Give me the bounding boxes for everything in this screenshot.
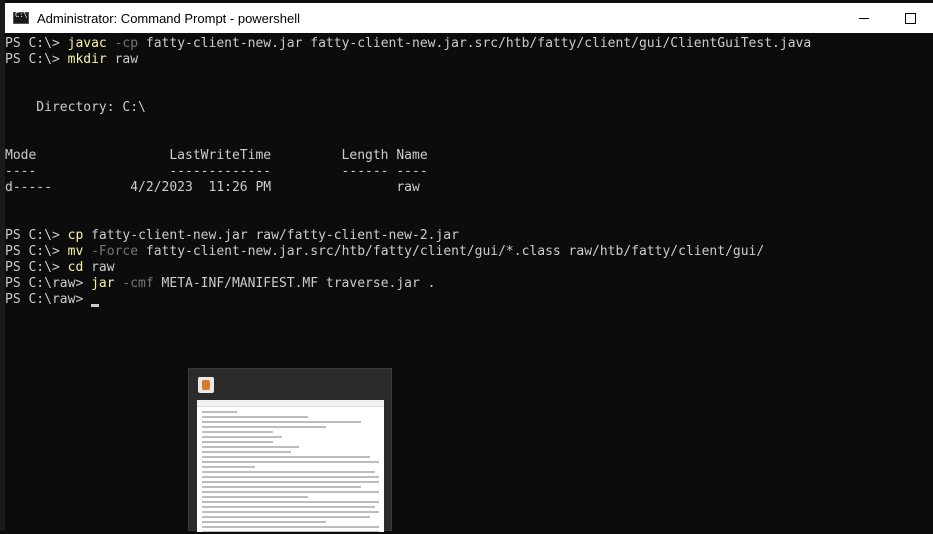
- thumbnail-text-row: [202, 456, 371, 458]
- console-line: PS C:\raw>: [5, 292, 933, 308]
- console-line: PS C:\> mv -Force fatty-client-new.jar.s…: [5, 244, 933, 260]
- console-line: PS C:\> cp fatty-client-new.jar raw/fatt…: [5, 228, 933, 244]
- thumbnail-content: [197, 407, 384, 532]
- thumbnail-text-row: [202, 411, 238, 413]
- command-name: mkdir: [67, 52, 107, 67]
- thumbnail-text-row: [202, 431, 273, 433]
- console-line: d----- 4/2/2023 11:26 PM raw: [5, 180, 933, 196]
- prompt-text: PS C:\>: [5, 52, 68, 67]
- thumbnail-text-row: [202, 501, 379, 503]
- command-argument: raw: [83, 260, 115, 275]
- prompt-text: PS C:\raw>: [5, 276, 92, 291]
- minimize-icon: [859, 17, 869, 19]
- console-line: ---- ------------- ------ ----: [5, 164, 933, 180]
- thumbnail-text-row: [202, 476, 379, 478]
- command-parameter: -Force: [83, 244, 139, 259]
- prompt-text: PS C:\>: [5, 260, 68, 275]
- thumbnail-text-row: [202, 486, 362, 488]
- output-text: d----- 4/2/2023 11:26 PM raw: [5, 180, 420, 195]
- window-title: Administrator: Command Prompt - powershe…: [37, 10, 300, 26]
- thumbnail-text-row: [202, 496, 309, 498]
- command-argument: fatty-client-new.jar raw/fatty-client-ne…: [83, 228, 459, 243]
- maximize-icon: [904, 12, 916, 24]
- maximize-button[interactable]: [887, 3, 933, 33]
- thumbnail-text-row: [202, 436, 282, 438]
- thumbnail-text-row: [202, 516, 371, 518]
- thumbnail-text-row: [202, 466, 256, 468]
- java-icon: [198, 377, 214, 393]
- thumbnail-text-row: [202, 526, 379, 528]
- thumbnail-text-row: [202, 511, 379, 513]
- prompt-text: PS C:\>: [5, 36, 68, 51]
- console-line: PS C:\> mkdir raw: [5, 52, 933, 68]
- command-argument: fatty-client-new.jar fatty-client-new.ja…: [138, 36, 812, 51]
- console-line: Directory: C:\: [5, 100, 933, 116]
- thumbnail-text-row: [202, 506, 376, 508]
- console-line: Mode LastWriteTime Length Name: [5, 148, 933, 164]
- command-prompt-icon: [13, 11, 29, 24]
- thumbnail-text-row: [202, 481, 379, 483]
- thumbnail-menu-bar: [197, 400, 384, 407]
- taskbar-thumbnail-preview[interactable]: [188, 368, 392, 532]
- thumbnail-text-row: [202, 441, 273, 443]
- command-parameter: -cmf: [114, 276, 154, 291]
- thumbnail-text-row: [202, 426, 326, 428]
- text-cursor[interactable]: [91, 304, 100, 307]
- command-parameter: -cp: [106, 36, 139, 51]
- thumbnail-text-row: [202, 446, 300, 448]
- prompt-text: PS C:\raw>: [5, 292, 92, 307]
- command-argument: fatty-client-new.jar.src/htb/fatty/clien…: [138, 244, 765, 259]
- console-output[interactable]: PS C:\> javac -cp fatty-client-new.jar f…: [5, 33, 933, 534]
- command-name: cd: [67, 260, 84, 275]
- output-text: Mode LastWriteTime Length Name: [5, 148, 428, 163]
- thumbnail-text-row: [202, 521, 326, 523]
- output-text: Directory: C:\: [5, 100, 146, 115]
- command-name: jar: [91, 276, 115, 291]
- minimize-button[interactable]: [841, 3, 887, 33]
- thumbnail-text-row: [202, 531, 379, 532]
- command-name: mv: [67, 244, 84, 259]
- command-name: cp: [67, 228, 84, 243]
- console-line: PS C:\> javac -cp fatty-client-new.jar f…: [5, 36, 933, 52]
- title-bar[interactable]: Administrator: Command Prompt - powershe…: [5, 3, 933, 33]
- command-argument: raw: [106, 52, 139, 67]
- command-name: javac: [67, 36, 107, 51]
- command-argument: META-INF/MANIFEST.MF traverse.jar .: [153, 276, 436, 291]
- thumbnail-text-row: [202, 491, 379, 493]
- output-text: ---- ------------- ------ ----: [5, 164, 428, 179]
- thumbnail-text-row: [202, 461, 379, 463]
- window-controls: [841, 3, 933, 33]
- thumbnail-text-row: [202, 451, 291, 453]
- thumbnail-text-row: [202, 471, 376, 473]
- console-line: PS C:\raw> jar -cmf META-INF/MANIFEST.MF…: [5, 276, 933, 292]
- prompt-text: PS C:\>: [5, 244, 68, 259]
- thumbnail-window: [197, 400, 384, 532]
- console-line: PS C:\> cd raw: [5, 260, 933, 276]
- thumbnail-text-row: [202, 421, 362, 423]
- prompt-text: PS C:\>: [5, 228, 68, 243]
- thumbnail-text-row: [202, 416, 309, 418]
